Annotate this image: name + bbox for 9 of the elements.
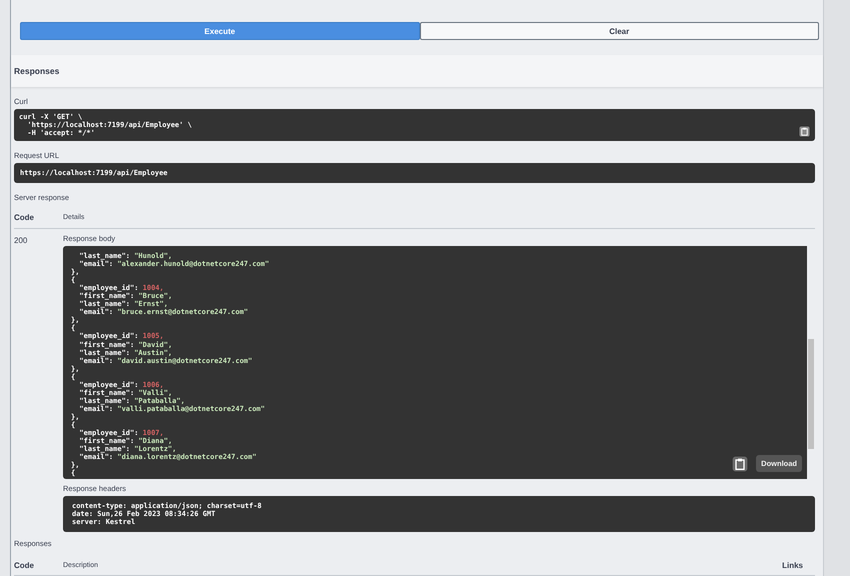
status-code: 200 — [14, 236, 28, 245]
column-header: Links — [782, 561, 803, 570]
execute-button[interactable]: Execute — [20, 22, 420, 40]
clear-button[interactable]: Clear — [420, 22, 819, 40]
column-header: Code — [14, 213, 35, 222]
copy-icon[interactable] — [799, 126, 810, 137]
column-header: Code — [14, 561, 35, 570]
copy-icon[interactable] — [732, 456, 748, 472]
responses-heading: Responses — [14, 66, 60, 76]
